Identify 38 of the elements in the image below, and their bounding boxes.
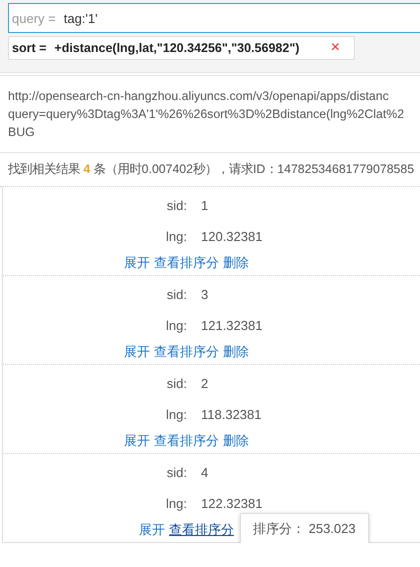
action-link[interactable]: 查看排序分 bbox=[154, 343, 219, 361]
result-summary: 找到相关结果 4 条（用时0.007402秒），请求ID：14782534681779078585 bbox=[0, 153, 420, 187]
request-url-line: BUG bbox=[8, 124, 36, 141]
action-link[interactable]: 展开 bbox=[124, 432, 150, 450]
sort-label: sort = bbox=[12, 41, 46, 55]
sort-value: +distance(lng,lat,"120.34256","30.56982") bbox=[54, 41, 300, 55]
field-value: 2 bbox=[201, 376, 210, 391]
field-label: lng: bbox=[165, 229, 187, 244]
request-url-line: http://opensearch-cn-hangzhou.aliyuncs.com/v3/openapi/apps/distanc bbox=[8, 88, 390, 105]
action-link[interactable]: 展开 bbox=[139, 521, 165, 539]
field-label: sid: bbox=[166, 198, 187, 213]
field-label: sid: bbox=[166, 287, 187, 302]
field-label: sid: bbox=[166, 376, 187, 391]
action-link[interactable]: 展开 bbox=[124, 254, 150, 272]
field-value: 118.32381 bbox=[201, 407, 262, 422]
field-value: 4 bbox=[201, 465, 210, 480]
field-label: lng: bbox=[165, 318, 187, 333]
field-label: lng: bbox=[165, 496, 187, 511]
action-link[interactable]: 查看排序分 bbox=[169, 521, 234, 539]
field-value: 120.32381 bbox=[201, 229, 264, 244]
query-field[interactable]: query = tag:'1' bbox=[8, 3, 420, 33]
score-tooltip: 排序分： 253.023 bbox=[240, 513, 369, 543]
field-value: 3 bbox=[201, 287, 210, 302]
field-value: 122.32381 bbox=[201, 496, 264, 511]
action-link[interactable]: 查看排序分 bbox=[154, 254, 219, 272]
action-link[interactable]: 删除 bbox=[223, 343, 249, 361]
field-label: sid: bbox=[166, 465, 187, 480]
action-link[interactable]: 删除 bbox=[223, 254, 249, 272]
field-label: lng: bbox=[165, 407, 187, 422]
query-label: query = bbox=[12, 10, 56, 26]
field-value: 121.32381 bbox=[201, 318, 264, 333]
remove-button[interactable]: × bbox=[322, 39, 348, 57]
query-value: tag:'1' bbox=[64, 10, 98, 26]
action-link[interactable]: 删除 bbox=[223, 432, 249, 450]
action-link[interactable]: 查看排序分 bbox=[154, 432, 219, 450]
action-link[interactable]: 展开 bbox=[124, 343, 150, 361]
request-url-line: query=query%3Dtag%3A'1'%26%26sort%3D%2Bdistance(lng%2Clat%2 bbox=[8, 106, 406, 123]
field-value: 1 bbox=[201, 198, 210, 213]
